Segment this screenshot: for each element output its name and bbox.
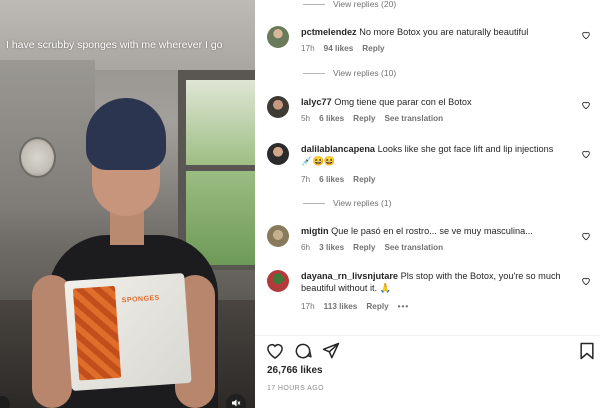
- comment-bubble-icon: [295, 343, 312, 359]
- view-replies-button[interactable]: View replies (10): [303, 67, 396, 79]
- replies-divider: [303, 72, 325, 74]
- replies-divider: [303, 3, 325, 5]
- like-comment-button[interactable]: [581, 231, 591, 241]
- comment-meta: 6h 3 likes Reply See translation: [301, 243, 443, 252]
- video-player[interactable]: SPONGES I have scrubby sponges with me w…: [0, 0, 255, 408]
- comments-panel: View replies (20) pctmelendez No more Bo…: [255, 0, 600, 408]
- heart-icon: [267, 343, 283, 359]
- comment-text: dayana_rn_livsnjutare Pls stop with the …: [301, 270, 583, 294]
- view-replies-button[interactable]: View replies (20): [303, 0, 396, 10]
- replies-divider: [303, 202, 325, 204]
- view-replies-label: View replies (20): [333, 0, 397, 9]
- comment-likes[interactable]: 94 likes: [324, 44, 354, 53]
- more-options-button[interactable]: •••: [398, 302, 410, 311]
- comment-meta: 17h 94 likes Reply: [301, 44, 385, 53]
- post-timestamp: 17 HOURS AGO: [267, 385, 324, 392]
- comment-likes[interactable]: 6 likes: [319, 114, 344, 123]
- comment-time: 6h: [301, 243, 311, 252]
- heart-outline-icon: [582, 101, 590, 110]
- comment-time: 17h: [301, 44, 315, 53]
- avatar[interactable]: [267, 143, 289, 165]
- post-likes-count[interactable]: 26,766 likes: [267, 365, 323, 376]
- see-translation-button[interactable]: See translation: [384, 114, 443, 123]
- view-replies-label: View replies (1): [333, 198, 392, 208]
- comment-username[interactable]: dalilablancapena: [301, 144, 375, 154]
- like-comment-button[interactable]: [581, 100, 591, 110]
- sponge-package: SPONGES: [64, 272, 192, 392]
- comment-likes[interactable]: 113 likes: [324, 302, 358, 311]
- comment-text: dalilablancapena Looks like she got face…: [301, 143, 583, 167]
- comment-time: 7h: [301, 175, 311, 184]
- like-post-button[interactable]: [265, 341, 285, 361]
- comment-text: pctmelendez No more Botox you are natura…: [301, 26, 583, 38]
- heart-outline-icon: [582, 277, 590, 286]
- comment-username[interactable]: lalyc77: [301, 97, 332, 107]
- paper-plane-icon: [322, 342, 340, 359]
- reply-button[interactable]: Reply: [353, 243, 375, 252]
- mute-button[interactable]: [226, 394, 246, 408]
- reply-button[interactable]: Reply: [362, 44, 384, 53]
- heart-outline-icon: [582, 150, 590, 159]
- heart-outline-icon: [582, 232, 590, 241]
- person-headscarf: [86, 98, 166, 170]
- post-action-bar: [255, 335, 600, 363]
- reply-button[interactable]: Reply: [353, 175, 375, 184]
- comment-content: Omg tiene que parar con el Botox: [334, 97, 472, 107]
- comment-likes[interactable]: 6 likes: [319, 175, 344, 184]
- comment-meta: 5h 6 likes Reply See translation: [301, 114, 443, 123]
- comment-content: No more Botox you are naturally beautifu…: [359, 27, 529, 37]
- comment-username[interactable]: pctmelendez: [301, 27, 357, 37]
- comment-time: 5h: [301, 114, 311, 123]
- avatar[interactable]: [267, 96, 289, 118]
- view-replies-button[interactable]: View replies (1): [303, 197, 391, 209]
- background-window-bar: [186, 165, 255, 171]
- video-caption: I have scrubby sponges with me wherever …: [6, 39, 223, 51]
- see-translation-button[interactable]: See translation: [384, 243, 443, 252]
- wall-clock: [19, 137, 56, 178]
- avatar[interactable]: [267, 270, 289, 292]
- comment-text: lalyc77 Omg tiene que parar con el Botox: [301, 96, 583, 108]
- comment-content: Que le pasó en el rostro... se ve muy ma…: [331, 226, 533, 236]
- comment-username[interactable]: migtin: [301, 226, 329, 236]
- view-replies-label: View replies (10): [333, 68, 397, 78]
- sponge-package-pattern: [72, 285, 122, 381]
- like-comment-button[interactable]: [581, 30, 591, 40]
- sponge-package-label: SPONGES: [121, 294, 161, 305]
- save-button[interactable]: [577, 341, 597, 361]
- comment-meta: 7h 6 likes Reply: [301, 175, 375, 184]
- reply-button[interactable]: Reply: [353, 114, 375, 123]
- comment-likes[interactable]: 3 likes: [319, 243, 344, 252]
- like-comment-button[interactable]: [581, 149, 591, 159]
- bookmark-icon: [580, 342, 594, 360]
- speaker-muted-icon: [232, 399, 241, 407]
- share-button[interactable]: [321, 341, 341, 361]
- background-window: [186, 80, 255, 265]
- comment-username[interactable]: dayana_rn_livsnjutare: [301, 271, 398, 281]
- avatar[interactable]: [267, 26, 289, 48]
- reply-button[interactable]: Reply: [366, 302, 388, 311]
- comment-emoji: 💉😆😆: [301, 156, 336, 166]
- background-cabinet: [0, 60, 95, 210]
- avatar[interactable]: [267, 225, 289, 247]
- comment-content: Looks like she got face lift and lip inj…: [377, 144, 554, 154]
- heart-outline-icon: [582, 31, 590, 40]
- comment-button[interactable]: [293, 341, 313, 361]
- comment-time: 17h: [301, 302, 315, 311]
- like-comment-button[interactable]: [581, 276, 591, 286]
- comment-text: migtin Que le pasó en el rostro... se ve…: [301, 225, 583, 237]
- comment-meta: 17h 113 likes Reply •••: [301, 302, 409, 311]
